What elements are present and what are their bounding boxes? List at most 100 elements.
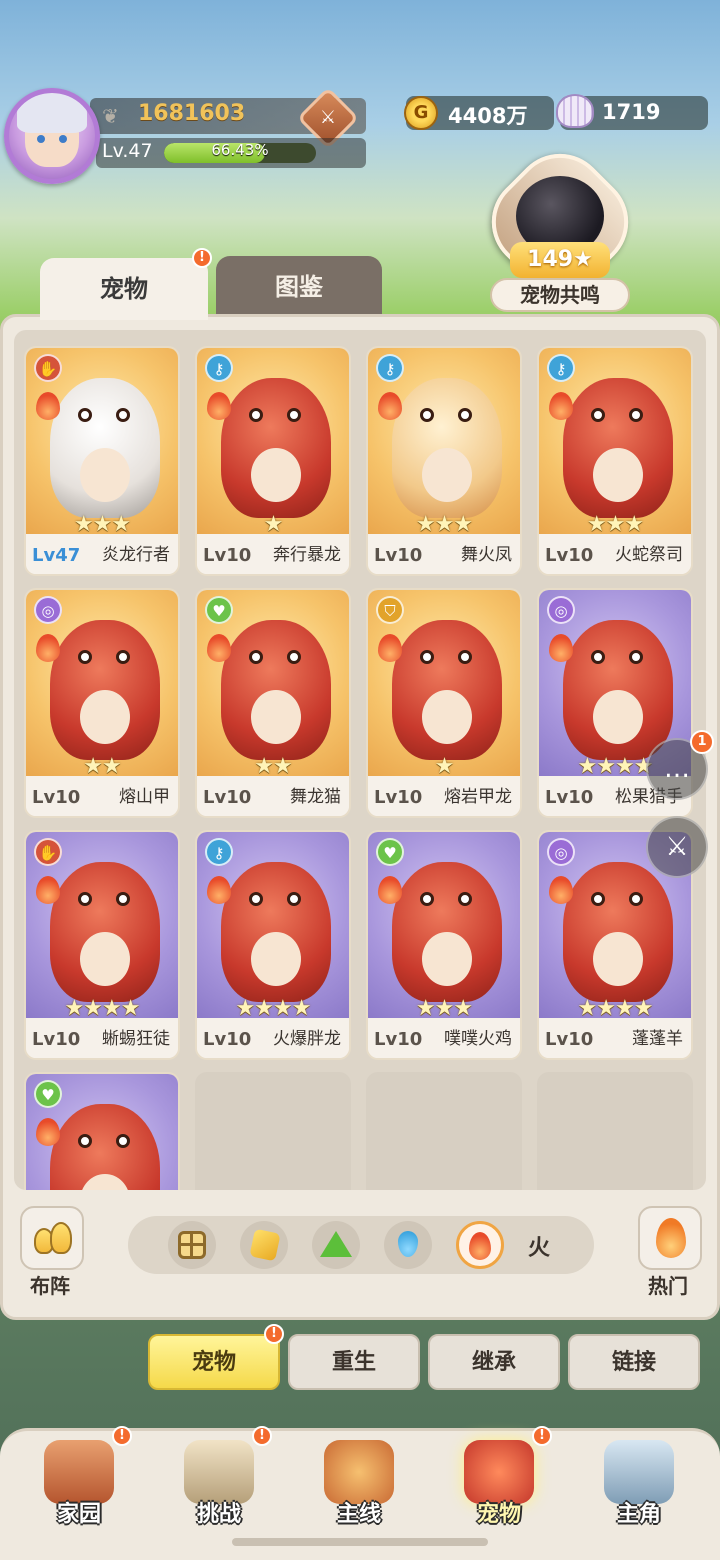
claw-icon: ✋ [34,838,62,866]
nav-home[interactable]: 家园 [24,1436,134,1536]
pet-icon [464,1440,534,1504]
pet-level: Lv47 [32,545,81,566]
fire-element-icon [36,876,60,904]
hot-sort-button[interactable] [638,1206,702,1270]
fire-element-icon [549,876,573,904]
pet-level: Lv10 [545,1029,594,1050]
power-value: 1681603 [138,101,246,126]
nav-hero-label: 主角 [616,1502,661,1527]
fire-element-icon [36,634,60,662]
pet-name: 噗噗火鸡 [444,1029,512,1049]
pet-grid: ✋ ★★★ Lv47 炎龙行者 ⚷ ★ Lv10 奔行暴龙 ⚷ ★★★ Lv10 舞火凤 ⚷ ★★★ Lv1… [14,330,706,1190]
pet-name: 火蛇祭司 [615,545,683,565]
challenge-icon [184,1440,254,1504]
pet-name: 炎龙行者 [102,545,170,565]
pet-level: Lv10 [545,545,594,566]
resonance-label: 宠物共鸣 [490,278,630,312]
pet-card[interactable]: ♥ [24,1072,180,1190]
pet-level: Lv10 [32,787,81,808]
water-icon[interactable] [384,1221,432,1269]
pet-card[interactable]: ⚷ ★★★ Lv10 火蛇祭司 [537,346,693,576]
empty-pet-slot [537,1072,693,1190]
subtab-pets[interactable]: 宠物 [148,1334,280,1390]
fire-element-icon [36,392,60,420]
player-level: Lv.47 [102,140,153,162]
pet-level: Lv10 [545,787,594,808]
swirl-icon: ◎ [547,838,575,866]
subtab-rebirth[interactable]: 重生 [288,1334,420,1390]
gold-coin-icon: G [404,96,438,130]
fire-element-icon [36,1118,60,1146]
formation-button[interactable] [20,1206,84,1270]
nav-challenge[interactable]: 挑战 [164,1436,274,1536]
pet-card[interactable]: ⚷ ★ Lv10 奔行暴龙 [195,346,351,576]
notification-badge: ! [192,248,212,268]
pet-card[interactable]: ♥ ★★ Lv10 舞龙猫 [195,588,351,818]
fire-element-icon [207,876,231,904]
subtab-inherit[interactable]: 继承 [428,1334,560,1390]
pearl-counter[interactable]: 1719 [556,94,708,130]
nav-mainline-label: 主线 [336,1502,381,1527]
subtab-link[interactable]: 链接 [568,1334,700,1390]
grass-icon[interactable] [312,1221,360,1269]
pet-card[interactable]: ◎ ★★ Lv10 熔山甲 [24,588,180,818]
pet-creature [563,862,673,1002]
key-icon: ⚷ [547,354,575,382]
people-icon [34,1220,72,1258]
pet-name: 舞火凤 [461,545,512,565]
swirl-icon: ◎ [547,596,575,624]
pet-card[interactable]: ♥ ★★★ Lv10 噗噗火鸡 [366,830,522,1060]
nav-pets-badge: ! [532,1426,552,1446]
pet-level: Lv10 [374,545,423,566]
mainline-icon [324,1440,394,1504]
pet-creature [221,378,331,518]
exp-percent: 66.43% [211,141,269,159]
pet-creature [563,620,673,760]
pet-card[interactable]: ✋ ★★★ Lv47 炎龙行者 [24,346,180,576]
tab-dex[interactable]: 图鉴 [216,256,382,318]
heart-icon: ♥ [205,596,233,624]
nav-mainline[interactable]: 主线 [304,1436,414,1536]
nav-pets[interactable]: 宠物 [444,1436,554,1536]
fire-element-icon [207,634,231,662]
nav-challenge-badge: ! [252,1426,272,1446]
pet-creature [221,862,331,1002]
pet-name: 舞龙猫 [290,787,341,807]
fire-element-icon [378,876,402,904]
pet-card[interactable]: ⚷ ★★★★ Lv10 火爆胖龙 [195,830,351,1060]
fire-element-icon [549,634,573,662]
pet-name: 蜥蜴狂徒 [102,1029,170,1049]
pet-card[interactable]: ⛉ ★ Lv10 熔岩甲龙 [366,588,522,818]
nav-hero[interactable]: 主角 [584,1436,694,1536]
empty-pet-slot [195,1072,351,1190]
pet-creature [392,862,502,1002]
fire-icon[interactable] [456,1221,504,1269]
gold-counter[interactable]: G 4408万 [404,96,554,130]
tab-pets[interactable]: 宠物 [40,258,208,320]
pet-name: 熔山甲 [119,787,170,807]
selected-element-label: 火 [528,1236,551,1261]
flame-icon [656,1218,686,1258]
pet-creature [50,862,160,1002]
hot-label: 热门 [648,1274,688,1298]
pet-creature [50,378,160,518]
pet-name: 熔岩甲龙 [444,787,512,807]
chat-badge: 1 [690,730,714,754]
earth-icon[interactable] [240,1221,288,1269]
pet-level: Lv10 [374,1029,423,1050]
pet-name: 奔行暴龙 [273,545,341,565]
formation-label: 布阵 [30,1274,70,1298]
key-icon: ⚷ [205,354,233,382]
nav-challenge-label: 挑战 [196,1502,241,1527]
pet-card[interactable]: ⚷ ★★★ Lv10 舞火凤 [366,346,522,576]
heart-icon: ♥ [376,838,404,866]
pet-resonance-button[interactable]: 149★ 宠物共鸣 [472,134,648,312]
all-grid-icon[interactable] [168,1221,216,1269]
pet-card[interactable]: ✋ ★★★★ Lv10 蜥蜴狂徒 [24,830,180,1060]
gold-amount: 4408万 [448,104,528,128]
fire-element-icon [378,392,402,420]
battle-swords-icon[interactable]: ⚔ [646,816,708,878]
player-avatar[interactable] [4,88,100,184]
pearl-amount: 1719 [602,100,661,124]
pet-level: Lv10 [374,787,423,808]
